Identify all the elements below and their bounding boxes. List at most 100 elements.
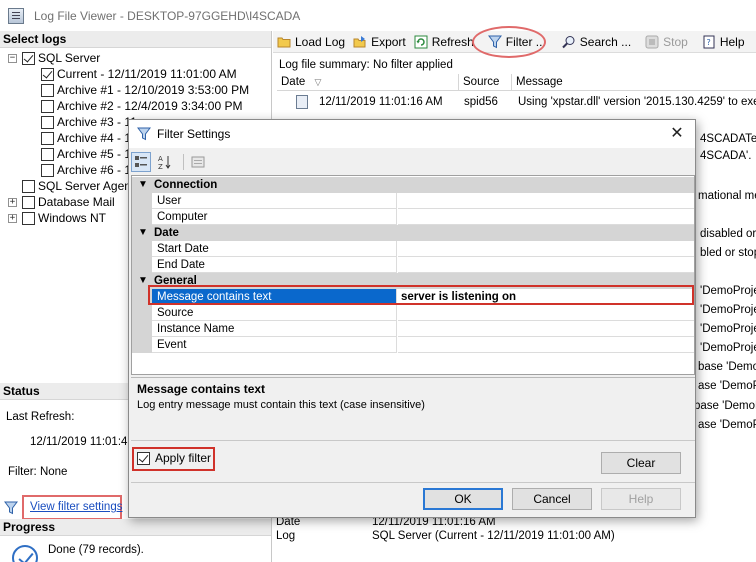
message-fragment: ase 'DemoPr — [698, 419, 756, 431]
dialog-titlebar: Filter Settings ✕ — [129, 120, 695, 148]
export-button[interactable]: Export — [349, 32, 410, 52]
select-logs-header: Select logs — [0, 31, 271, 48]
alphabetical-sort-icon[interactable]: AZ — [155, 152, 175, 172]
log-entry-icon — [296, 95, 308, 109]
apply-filter-checkbox[interactable]: Apply filter — [137, 451, 211, 465]
stop-icon — [645, 35, 659, 48]
collapse-icon[interactable]: ▼ — [138, 177, 148, 193]
property-event[interactable]: Event — [132, 337, 694, 353]
window-title: Log File Viewer - DESKTOP-97GGEHD\I4SCAD… — [34, 8, 301, 23]
property-value[interactable] — [398, 305, 694, 321]
checkbox[interactable] — [22, 179, 35, 193]
tree-item-current[interactable]: Current - 12/11/2019 11:01:00 AM — [41, 66, 237, 82]
message-fragment: 'DemoProjec — [700, 342, 756, 354]
table-row[interactable]: 12/11/2019 11:01:16 AM spid56 Using 'xps… — [277, 94, 756, 110]
export-icon — [353, 35, 366, 47]
collapse-icon[interactable]: ▼ — [138, 273, 148, 289]
stop-button[interactable]: Stop — [641, 32, 692, 52]
property-value[interactable] — [398, 337, 694, 353]
tree-item-database-mail[interactable]: + Database Mail — [8, 194, 115, 210]
checkbox[interactable] — [41, 83, 54, 97]
clear-button[interactable]: Clear — [601, 452, 681, 474]
refresh-button[interactable]: Refresh — [410, 32, 478, 52]
column-header-source[interactable]: Source — [459, 74, 512, 90]
property-value[interactable] — [398, 257, 694, 273]
expand-icon[interactable]: + — [8, 197, 17, 207]
expand-icon[interactable]: + — [8, 213, 17, 223]
property-value[interactable] — [398, 209, 694, 225]
column-header-message[interactable]: Message — [512, 74, 756, 90]
description-text: Log entry message must contain this text… — [137, 399, 425, 411]
help-button[interactable]: ? Help — [698, 32, 749, 52]
description-title: Message contains text — [137, 382, 266, 396]
property-instance-name[interactable]: Instance Name — [132, 321, 694, 337]
tree-item-archive-4[interactable]: Archive #4 - 11 — [41, 130, 137, 146]
cancel-button[interactable]: Cancel — [512, 488, 592, 510]
property-value[interactable] — [398, 241, 694, 257]
property-source[interactable]: Source — [132, 305, 694, 321]
checkbox[interactable] — [41, 163, 54, 177]
column-header-date[interactable]: Date ▽ — [277, 74, 459, 90]
property-start-date[interactable]: Start Date — [132, 241, 694, 257]
property-user[interactable]: User — [132, 193, 694, 209]
message-fragment: base 'DemoP — [698, 361, 756, 373]
progress-header: Progress — [0, 519, 271, 536]
help-label: Help — [719, 34, 745, 49]
property-pages-icon[interactable] — [188, 152, 208, 172]
divider — [131, 482, 695, 483]
tree-item-label: Archive #2 - 12/4/2019 3:34:00 PM — [57, 99, 243, 113]
message-fragment: base 'DemoPr — [694, 400, 756, 412]
tree-item-archive-2[interactable]: Archive #2 - 12/4/2019 3:34:00 PM — [41, 98, 242, 114]
last-refresh-label: Last Refresh: — [6, 411, 75, 423]
tree-item-archive-5[interactable]: Archive #5 - 11 — [41, 146, 137, 162]
property-value[interactable] — [398, 193, 694, 209]
collapse-icon[interactable]: − — [8, 53, 17, 63]
checkbox[interactable] — [22, 195, 35, 209]
message-fragment: ase 'DemoPr — [698, 380, 756, 392]
done-check-icon — [12, 545, 38, 562]
collapse-icon[interactable]: ▼ — [138, 225, 148, 241]
tree-item-archive-6[interactable]: Archive #6 - 11 — [41, 162, 137, 178]
tree-item-label: Archive #6 - 11 — [57, 163, 137, 177]
divider — [131, 440, 695, 441]
checkbox[interactable] — [41, 115, 54, 129]
cell-message: Using 'xpstar.dll' version '2015.130.425… — [518, 96, 756, 108]
categorized-icon[interactable] — [131, 152, 151, 172]
category-connection[interactable]: ▼ Connection — [132, 177, 694, 193]
view-filter-settings-link[interactable]: View filter settings — [30, 501, 122, 513]
property-end-date[interactable]: End Date — [132, 257, 694, 273]
checkbox[interactable] — [41, 147, 54, 161]
help-button[interactable]: Help — [601, 488, 681, 510]
checkbox[interactable] — [41, 67, 54, 81]
tree-item-label: Archive #3 - 11 — [57, 115, 137, 129]
checkbox[interactable] — [41, 131, 54, 145]
cell-source: spid56 — [464, 96, 498, 108]
tree-item-sql-server-agent[interactable]: SQL Server Agent — [22, 178, 134, 194]
refresh-icon — [414, 35, 428, 48]
checkbox[interactable] — [137, 451, 150, 465]
checkbox[interactable] — [22, 51, 35, 65]
category-date[interactable]: ▼ Date — [132, 225, 694, 241]
search-button[interactable]: Search ... — [558, 32, 635, 52]
filter-icon — [4, 501, 18, 515]
checkbox[interactable] — [41, 99, 54, 113]
property-computer[interactable]: Computer — [132, 209, 694, 225]
folder-icon — [277, 37, 291, 47]
tree-item-windows-nt[interactable]: + Windows NT — [8, 210, 106, 226]
window-titlebar: Log File Viewer - DESKTOP-97GGEHD\I4SCAD… — [0, 0, 756, 31]
close-icon[interactable]: ✕ — [667, 124, 687, 144]
funnel-icon — [137, 127, 151, 141]
ok-button[interactable]: OK — [423, 488, 503, 510]
tree-item-sql-server[interactable]: − SQL Server — [8, 50, 100, 66]
checkbox[interactable] — [22, 211, 35, 225]
property-value[interactable] — [398, 321, 694, 337]
message-fragment: disabled or s — [700, 228, 756, 240]
search-label: Search ... — [579, 34, 632, 49]
sort-desc-icon: ▽ — [314, 77, 322, 87]
progress-text: Done (79 records). — [48, 544, 144, 556]
svg-text:?: ? — [706, 38, 710, 47]
tree-item-archive-3[interactable]: Archive #3 - 11 — [41, 114, 137, 130]
tree-item-archive-1[interactable]: Archive #1 - 12/10/2019 3:53:00 PM — [41, 82, 249, 98]
load-log-button[interactable]: Load Log — [273, 32, 349, 52]
propertygrid-toolbar: AZ — [131, 151, 693, 173]
